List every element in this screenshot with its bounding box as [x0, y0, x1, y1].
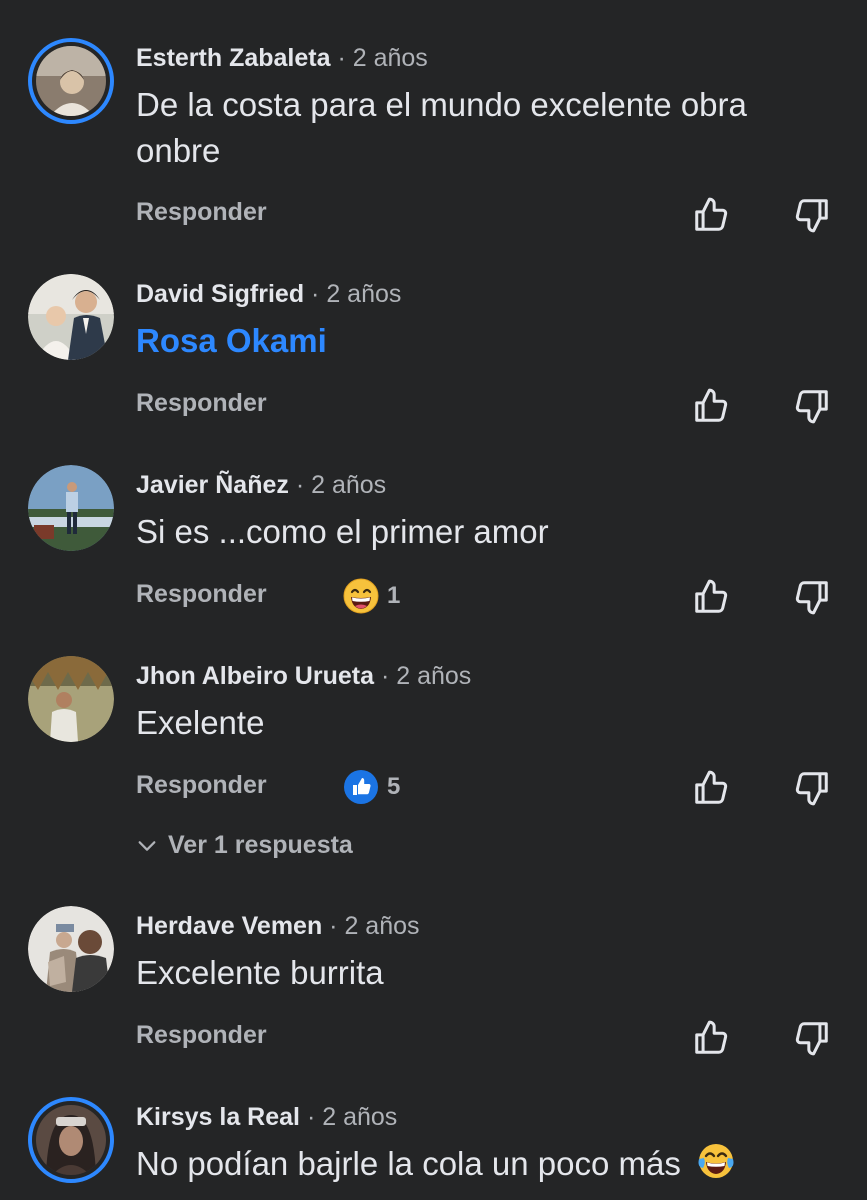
mention-link[interactable]: Rosa Okami: [136, 318, 826, 364]
timestamp[interactable]: · 2 años: [381, 662, 471, 690]
reply-button[interactable]: Responder: [136, 198, 267, 227]
chevron-down-icon: [138, 840, 156, 851]
face-with-tears-of-joy-icon: [698, 1144, 734, 1178]
avatar-image: [28, 274, 114, 360]
comment-header: Herdave Vemen · 2 años: [136, 912, 420, 941]
like-icon[interactable]: [692, 196, 730, 234]
author-name[interactable]: Jhon Albeiro Urueta: [136, 662, 374, 690]
comment-text: Exelente: [136, 704, 265, 741]
reaction-count: 5: [387, 773, 401, 800]
dislike-icon[interactable]: [793, 387, 831, 425]
like-icon[interactable]: [692, 1019, 730, 1057]
like-icon[interactable]: [692, 387, 730, 425]
like-icon[interactable]: [692, 769, 730, 807]
reaction-summary[interactable]: 1: [343, 578, 400, 614]
avatar-image: [28, 465, 114, 551]
dislike-icon[interactable]: [793, 196, 831, 234]
reaction-summary[interactable]: 5: [343, 769, 400, 805]
comment-header: Esterth Zabaleta · 2 años: [136, 44, 428, 73]
author-name[interactable]: David Sigfried: [136, 280, 304, 308]
reply-button[interactable]: Responder: [136, 580, 267, 609]
timestamp[interactable]: · 2 años: [329, 912, 419, 940]
comment-text: Excelente burrita: [136, 954, 384, 991]
timestamp[interactable]: · 2 años: [307, 1103, 397, 1131]
avatar[interactable]: [28, 906, 114, 992]
author-name[interactable]: Esterth Zabaleta: [136, 44, 331, 72]
comment-header: Kirsys la Real · 2 años: [136, 1103, 397, 1132]
comment-text: No podían bajrle la cola un poco más: [136, 1141, 826, 1187]
author-name[interactable]: Herdave Vemen: [136, 912, 322, 940]
timestamp[interactable]: · 2 años: [337, 44, 427, 72]
comment-text-content: No podían bajrle la cola un poco más: [136, 1145, 681, 1182]
reply-button[interactable]: Responder: [136, 771, 267, 800]
comment-text: De la costa para el mundo excelente obra…: [136, 86, 747, 169]
avatar-image: [28, 656, 114, 742]
dislike-icon[interactable]: [793, 1019, 831, 1057]
author-name[interactable]: Kirsys la Real: [136, 1103, 300, 1131]
avatar[interactable]: [28, 38, 114, 124]
author-name[interactable]: Javier Ñañez: [136, 471, 289, 499]
dislike-icon[interactable]: [793, 769, 831, 807]
timestamp[interactable]: · 2 años: [311, 280, 401, 308]
timestamp[interactable]: · 2 años: [296, 471, 386, 499]
comment-text: Si es ...como el primer amor: [136, 513, 549, 550]
avatar[interactable]: [28, 465, 114, 551]
avatar-image: [36, 1105, 106, 1175]
avatar[interactable]: [28, 656, 114, 742]
view-replies-button[interactable]: Ver 1 respuesta: [136, 831, 353, 860]
avatar-image: [28, 906, 114, 992]
avatar[interactable]: [28, 274, 114, 360]
comment-header: Javier Ñañez · 2 años: [136, 471, 386, 500]
like-icon[interactable]: [692, 578, 730, 616]
grinning-face-emoji-icon: [343, 578, 379, 614]
comment-header: David Sigfried · 2 años: [136, 280, 401, 309]
like-reaction-icon: [344, 770, 378, 804]
reply-button[interactable]: Responder: [136, 389, 267, 418]
view-replies-label: Ver 1 respuesta: [168, 831, 353, 859]
dislike-icon[interactable]: [793, 578, 831, 616]
comment-header: Jhon Albeiro Urueta · 2 años: [136, 662, 471, 691]
avatar-image: [36, 46, 106, 116]
avatar[interactable]: [28, 1097, 114, 1183]
reaction-count: 1: [387, 582, 401, 609]
reply-button[interactable]: Responder: [136, 1021, 267, 1050]
